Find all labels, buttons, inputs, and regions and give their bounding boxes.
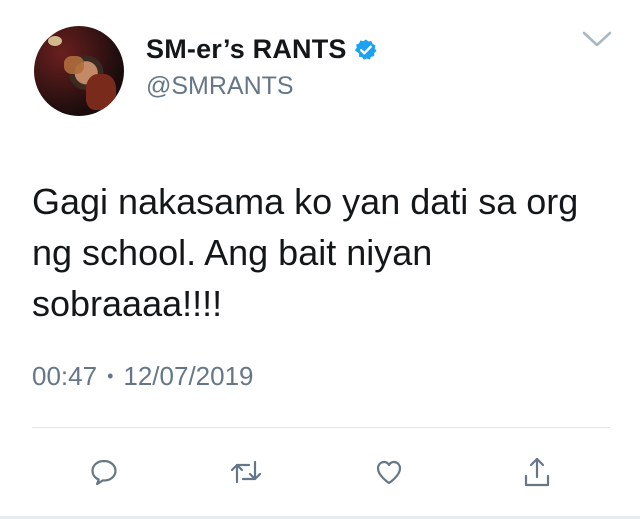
meta-separator: • bbox=[107, 366, 114, 386]
share-button[interactable] bbox=[517, 450, 557, 494]
avatar-face bbox=[64, 56, 84, 74]
chevron-down-icon[interactable] bbox=[580, 28, 614, 50]
tweet-date: 12/07/2019 bbox=[123, 361, 254, 391]
display-name[interactable]: SM-er’s RANTS bbox=[146, 34, 347, 65]
share-icon bbox=[524, 457, 550, 487]
retweet-button[interactable] bbox=[226, 450, 266, 494]
tweet-text: Gagi nakasama ko yan dati sa org ng scho… bbox=[32, 181, 579, 324]
like-button[interactable] bbox=[369, 450, 409, 494]
avatar-shirt bbox=[86, 74, 116, 110]
heart-icon bbox=[376, 460, 402, 485]
retweet-icon bbox=[230, 460, 262, 484]
verified-badge-icon bbox=[354, 38, 378, 62]
avatar-highlight bbox=[48, 36, 62, 46]
reply-button[interactable] bbox=[84, 450, 124, 494]
divider bbox=[32, 427, 610, 428]
action-bar bbox=[0, 450, 640, 494]
tweet-timestamp[interactable]: 00:47 • 12/07/2019 bbox=[32, 361, 254, 392]
user-handle[interactable]: @SMRANTS bbox=[146, 72, 294, 101]
author-name-row[interactable]: SM-er’s RANTS bbox=[146, 34, 378, 65]
speech-bubble-icon bbox=[91, 459, 117, 486]
avatar[interactable] bbox=[34, 26, 124, 116]
tweet-time: 00:47 bbox=[32, 361, 98, 391]
